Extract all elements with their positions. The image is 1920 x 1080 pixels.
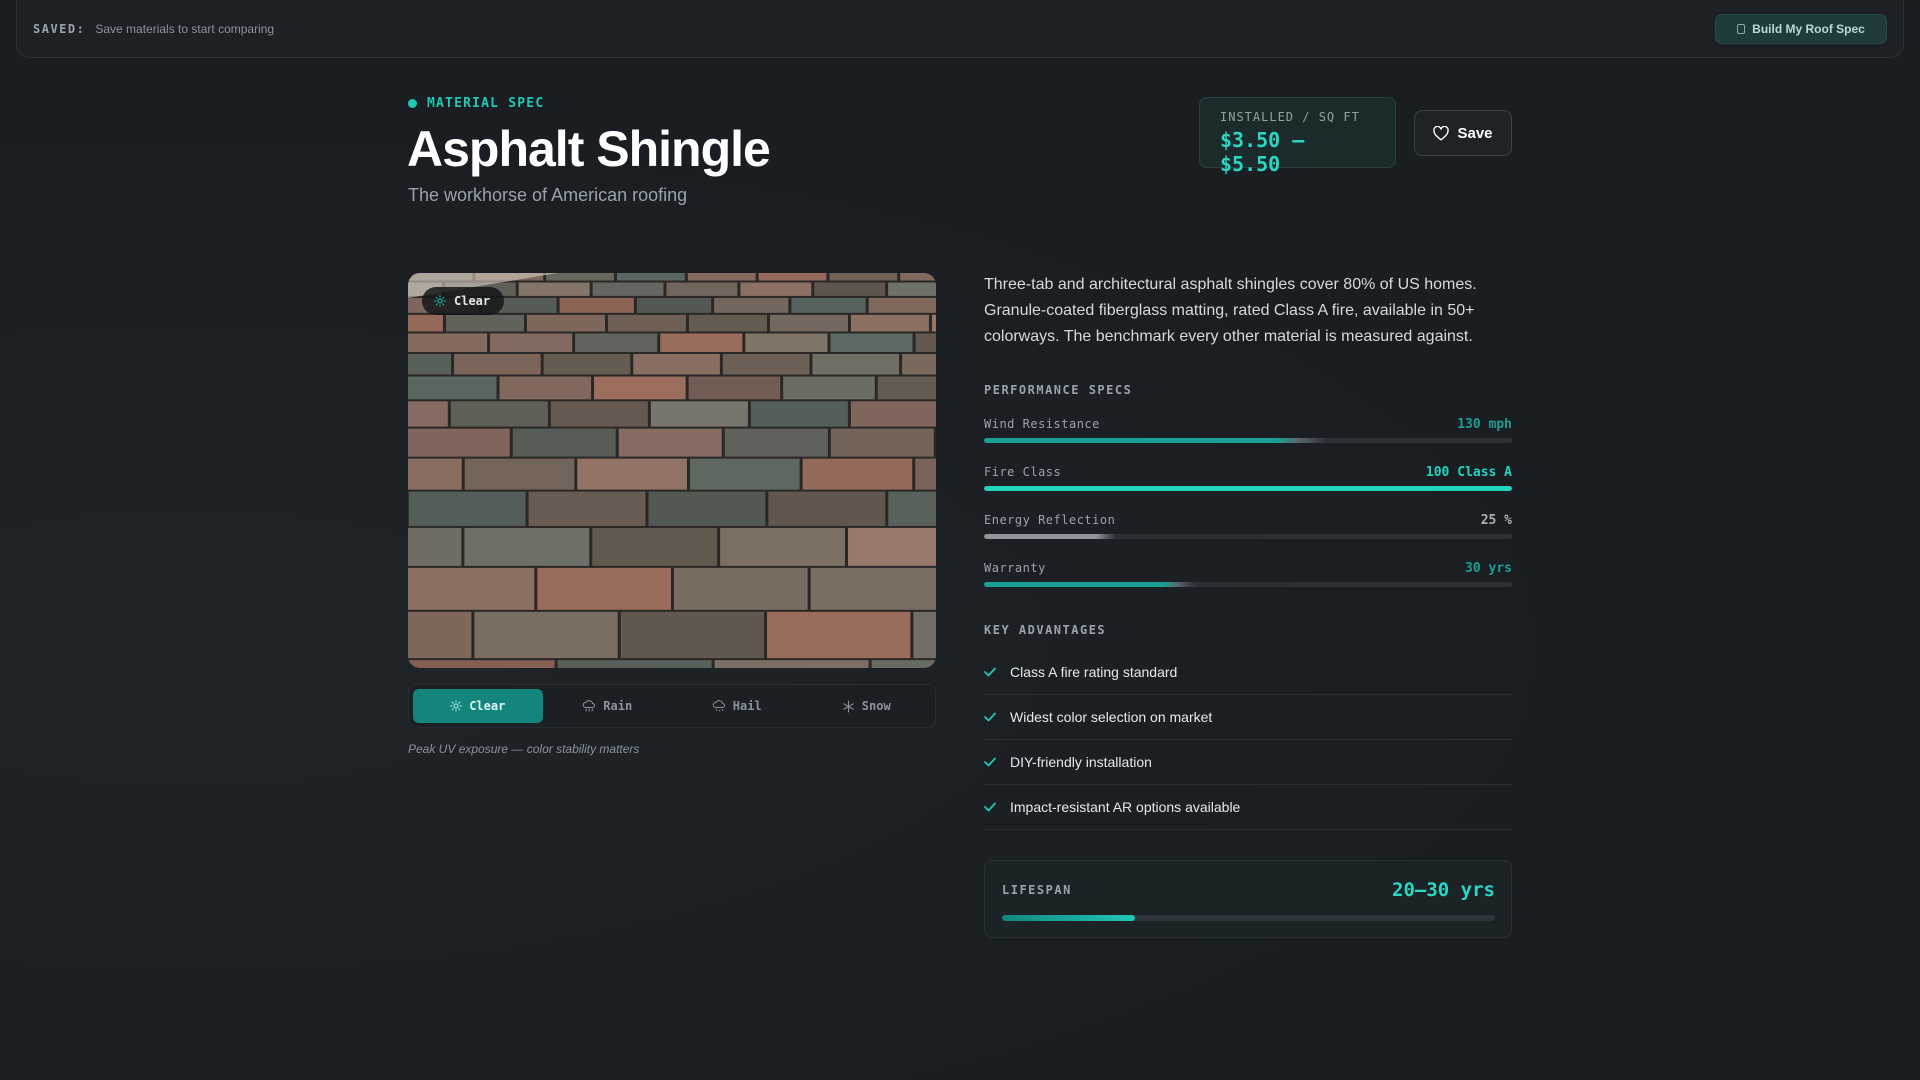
snowflake-icon — [843, 700, 854, 712]
spec-energy-reflection: Energy Reflection 25 % — [984, 513, 1512, 545]
spec-track — [984, 582, 1512, 587]
status-dot-icon — [408, 99, 417, 108]
spec-warranty: Warranty 30 yrs — [984, 561, 1512, 593]
spec-value: 30 yrs — [1465, 561, 1512, 576]
spec-value: 100 Class A — [1425, 465, 1512, 480]
shingle-roof-image — [408, 273, 936, 668]
page-subtitle: The workhorse of American roofing — [408, 185, 688, 205]
material-description: Three-tab and architectural asphalt shin… — [984, 276, 1477, 345]
check-icon — [984, 757, 996, 767]
eyebrow: MATERIAL SPEC — [408, 96, 544, 111]
check-icon — [984, 667, 996, 677]
advantage-item: Impact-resistant AR options available — [984, 785, 1512, 830]
advantage-text: Impact-resistant AR options available — [1010, 799, 1241, 815]
save-button[interactable]: Save — [1414, 110, 1512, 156]
price-box: INSTALLED / SQ FT $3.50 – $5.50 — [1199, 97, 1396, 176]
spec-name: Wind Resistance — [984, 417, 1100, 431]
lifespan-value: 20–30 yrs — [1392, 879, 1495, 901]
advantage-item: Class A fire rating standard — [984, 650, 1512, 695]
weather-badge-label: Clear — [454, 294, 491, 308]
page-title: Asphalt Shingle — [407, 121, 771, 177]
cloud-rain-icon — [583, 700, 596, 712]
tab-rain[interactable]: Rain — [543, 689, 673, 723]
spec-name: Energy Reflection — [984, 513, 1116, 527]
build-roof-spec-label: Build My Roof Spec — [1752, 22, 1865, 36]
eyebrow-label: MATERIAL SPEC — [427, 96, 545, 111]
spec-track — [984, 534, 1512, 539]
lifespan-label: LIFESPAN — [1002, 883, 1072, 897]
lifespan-fill — [1002, 915, 1136, 921]
tab-rain-label: Rain — [603, 699, 633, 713]
spec-fill — [984, 438, 1328, 443]
spec-track — [984, 438, 1512, 443]
tab-hail-label: Hail — [732, 699, 762, 713]
price-label: INSTALLED / SQ FT — [1220, 110, 1360, 124]
tab-snow[interactable]: Snow — [802, 689, 932, 723]
tab-hail[interactable]: Hail — [672, 689, 802, 723]
spec-name: Fire Class — [984, 465, 1062, 479]
top-bar: SAVED: Save materials to start comparing… — [16, 0, 1904, 58]
sun-icon — [434, 295, 446, 307]
spec-value: 130 mph — [1457, 417, 1512, 432]
advantage-item: Widest color selection on market — [984, 695, 1512, 740]
build-roof-spec-button[interactable]: Build My Roof Spec — [1715, 14, 1887, 44]
lifespan-track — [1002, 915, 1495, 921]
cloud-hail-icon — [712, 700, 725, 712]
spec-fill — [984, 486, 1512, 491]
tab-snow-label: Snow — [861, 699, 891, 713]
material-image: Clear — [408, 273, 936, 668]
clipboard-icon — [1737, 24, 1746, 34]
performance-specs-heading: PERFORMANCE SPECS — [984, 383, 1133, 397]
weather-badge: Clear — [422, 287, 505, 315]
spec-value: 25 % — [1480, 513, 1512, 528]
advantage-item: DIY-friendly installation — [984, 740, 1512, 785]
tab-clear[interactable]: Clear — [413, 689, 543, 723]
spec-wind-resistance: Wind Resistance 130 mph — [984, 417, 1512, 449]
spec-fire-class: Fire Class 100 Class A — [984, 465, 1512, 497]
saved-label: SAVED: — [33, 21, 86, 36]
lifespan-card: LIFESPAN 20–30 yrs — [984, 860, 1512, 938]
check-icon — [984, 712, 996, 722]
save-button-label: Save — [1457, 124, 1493, 142]
sun-icon — [450, 700, 462, 712]
spec-fill — [984, 534, 1116, 539]
advantage-text: Widest color selection on market — [1010, 709, 1213, 725]
spec-name: Warranty — [984, 561, 1046, 575]
advantage-text: DIY-friendly installation — [1010, 754, 1152, 770]
check-icon — [984, 802, 996, 812]
spec-track — [984, 486, 1512, 491]
saved-status-text: Save materials to start comparing — [95, 21, 275, 36]
heart-icon — [1433, 125, 1450, 140]
weather-tabs: Clear Rain Hail Snow — [408, 684, 936, 728]
price-value: $3.50 – $5.50 — [1220, 128, 1305, 176]
image-caption: Peak UV exposure — color stability matte… — [408, 742, 640, 756]
tab-clear-label: Clear — [469, 699, 506, 713]
spec-fill — [984, 582, 1196, 587]
key-advantages-heading: KEY ADVANTAGES — [984, 623, 1107, 637]
advantage-text: Class A fire rating standard — [1010, 664, 1178, 680]
